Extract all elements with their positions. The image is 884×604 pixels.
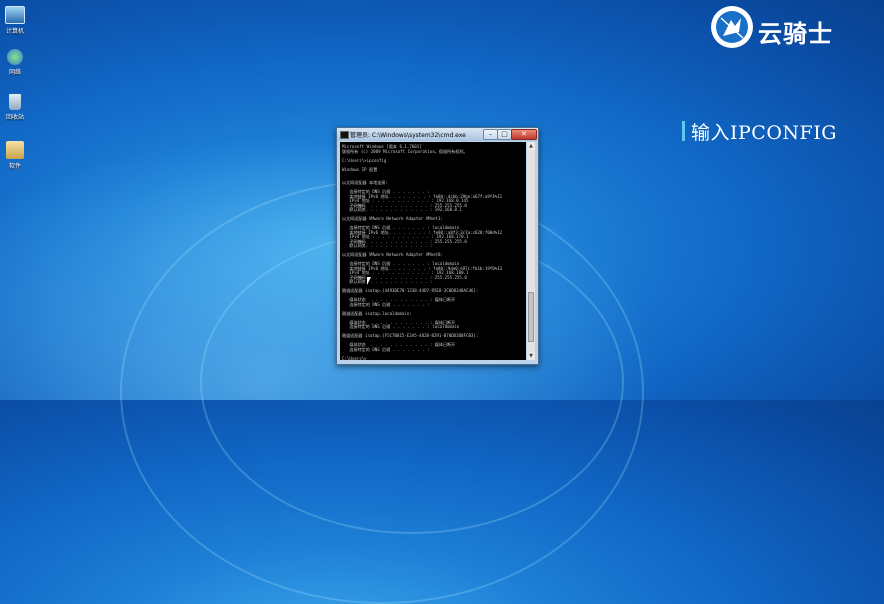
console-line: 版权所有 (c) 2009 Microsoft Corporation。保留所有… <box>342 148 468 154</box>
scrollbar-thumb[interactable] <box>528 292 534 342</box>
scroll-down-arrow-icon[interactable]: ▼ <box>527 352 535 360</box>
desktop-icon-computer[interactable]: 计算机 <box>2 6 28 35</box>
console-line: 以太网适配器 VMware Network Adapter VMnet8: <box>342 252 443 257</box>
maximize-button[interactable]: □ <box>497 129 512 140</box>
console-line: 连接特定的 DNS 后缀 . . . . . . . : <box>342 301 430 307</box>
scrollbar[interactable]: ▲ ▼ <box>527 142 535 360</box>
cmd-titlebar[interactable]: 管理员: C:\Windows\system32\cmd.exe – □ ✕ <box>337 128 538 141</box>
computer-icon <box>5 6 25 24</box>
desktop-icon-label: 网络 <box>8 69 21 76</box>
cmd-title: 管理员: C:\Windows\system32\cmd.exe <box>350 132 466 139</box>
console-line: 连接特定的 DNS 后缀 . . . . . . . : <box>342 346 430 352</box>
step-caption: 输入IPCONFIG <box>682 118 837 144</box>
console-line: C:\Users\> <box>342 355 367 361</box>
console-line: 以太网适配器 本地连接: <box>342 180 388 185</box>
console-line: 隧道适配器 isatap.{F5C7B815-E2A5-4828-B291-B7… <box>342 333 479 338</box>
console-line: 默认网关. . . . . . . . . . . . . : <box>342 279 433 284</box>
console-line: 隧道适配器 isatap.localdomain: <box>342 310 412 316</box>
console-line: 默认网关. . . . . . . . . . . . . : 192.168.… <box>342 207 462 212</box>
knight-emblem-icon <box>711 6 753 48</box>
console-line: C:\Users\>ipconfig <box>342 157 387 163</box>
desktop-icon-label: 软件 <box>8 163 21 170</box>
desktop-icon-label: 计算机 <box>5 28 24 35</box>
cmd-app-icon <box>340 131 349 139</box>
network-icon <box>7 49 23 65</box>
desktop-icon-recycle-bin[interactable]: 回收站 <box>2 94 28 121</box>
close-button[interactable]: ✕ <box>511 129 537 140</box>
console-line: 连接特定的 DNS 后缀 . . . . . . . : localdomain <box>342 324 460 329</box>
mouse-cursor-icon <box>367 277 371 285</box>
recycle-bin-icon <box>9 94 21 110</box>
console-line: Windows IP 配置 <box>342 166 378 172</box>
minimize-button[interactable]: – <box>483 129 498 140</box>
folder-icon <box>6 141 24 159</box>
brand-logo: 云骑士 <box>711 6 871 52</box>
cmd-window[interactable]: 管理员: C:\Windows\system32\cmd.exe – □ ✕ M… <box>336 127 539 365</box>
desktop-icon-label: 回收站 <box>5 114 24 121</box>
caption-accent-bar <box>682 121 685 141</box>
scroll-up-arrow-icon[interactable]: ▲ <box>527 142 535 150</box>
console-line: 默认网关. . . . . . . . . . . . . : <box>342 243 433 248</box>
console-line: 以太网适配器 VMware Network Adapter VMnet1: <box>342 216 443 221</box>
brand-name: 云骑士 <box>758 19 833 48</box>
desktop-icon-software[interactable]: 软件 <box>2 141 28 170</box>
desktop-icon-network[interactable]: 网络 <box>2 49 28 76</box>
caption-text: 输入IPCONFIG <box>691 121 837 144</box>
console-line: 隧道适配器 isatap.{4493DE70-1338-44D7-95E8-3C… <box>342 288 479 293</box>
console-output[interactable]: Microsoft Windows [版本 6.1.7601] 版权所有 (c) … <box>340 142 526 360</box>
